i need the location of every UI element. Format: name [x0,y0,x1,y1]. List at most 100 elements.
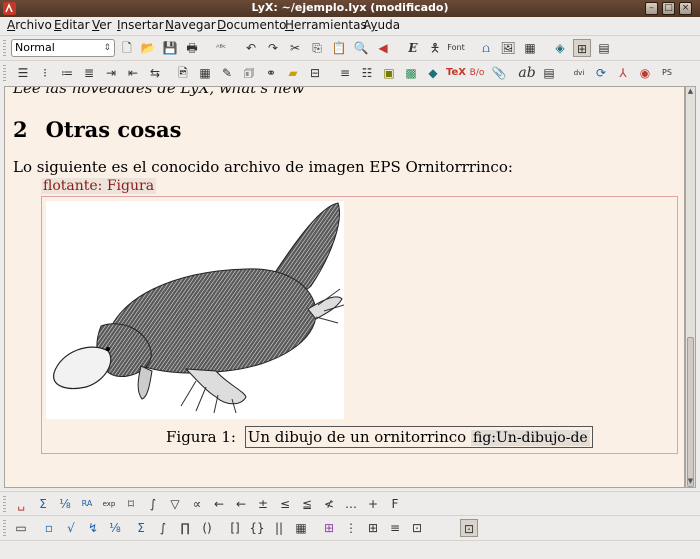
float-figure-box[interactable]: Figura 1: Un dibujo de un ornitorrinco f… [41,196,678,454]
font-icon[interactable]: Font [447,39,465,57]
math-panel-toggle-icon[interactable]: ⊡ [460,519,478,537]
tex-icon[interactable]: TeX [446,64,466,82]
math-font-icon[interactable]: F [386,495,404,513]
math-cases-icon[interactable]: ⋮ [342,519,360,537]
toc-icon[interactable]: ≡ [336,64,354,82]
bullet-list-icon[interactable]: ⁝ [36,64,54,82]
math-eqnarray-icon[interactable]: ⊡ [408,519,426,537]
ab-icon[interactable]: ab [518,64,536,82]
math-exp-icon[interactable]: exp [100,495,118,513]
branch-icon[interactable]: ▩ [402,64,420,82]
toggle-preview-icon[interactable]: ⊞ [573,39,591,57]
vertical-scrollbar[interactable]: ▲ ▼ [685,86,696,488]
find-replace-icon[interactable]: 🔍 [352,39,370,57]
menu-editar[interactable]: Editar [54,18,90,32]
paste-icon[interactable]: 📋 [330,39,348,57]
math-display-icon[interactable]: ▭ [12,519,30,537]
emphasis-icon[interactable]: E [404,39,422,57]
minimize-icon[interactable]: – [645,2,658,15]
math-pm-icon[interactable]: ± [254,495,272,513]
print-icon[interactable]: 🖶 [183,39,201,57]
format-icon[interactable]: ▤ [540,64,558,82]
paragraph-style-select[interactable]: Normal ⇕ [11,39,115,57]
undo-icon[interactable]: ↶ [242,39,260,57]
menu-navegar[interactable]: Navegar [165,18,216,32]
index-icon[interactable]: ⊟ [306,64,324,82]
indent-icon[interactable]: ⇆ [146,64,164,82]
view-pdf-icon[interactable]: ◉ [636,64,654,82]
math-arrow2-icon[interactable]: ← [232,495,250,513]
menu-ayuda[interactable]: Ayuda [363,18,400,32]
scrollbar-thumb[interactable] [687,337,694,487]
outline-icon[interactable]: ▤ [595,39,613,57]
math-style-icon[interactable]: RA [78,495,96,513]
insert-graphics-icon[interactable]: 🖻 [174,64,192,82]
attach-icon[interactable]: 📎 [490,64,508,82]
update-icon[interactable]: ⟳ [592,64,610,82]
new-icon[interactable]: 🗋 [118,39,136,57]
noun-icon[interactable]: 🯅 [426,39,444,57]
math-matrix-icon[interactable]: ⊞ [320,519,338,537]
spellcheck-icon[interactable]: ᴬᴮᶜ [212,39,230,57]
math-sum2-icon[interactable]: ∫ [154,519,172,537]
math-prod-icon[interactable]: () [198,519,216,537]
navigate-back-icon[interactable]: ◀ [374,39,392,57]
insert-table-icon[interactable]: ▦ [196,64,214,82]
cross-ref-icon[interactable]: ⚭ [262,64,280,82]
scroll-up-icon[interactable]: ▲ [686,87,695,97]
math-root-icon[interactable]: ⅛ [106,519,124,537]
math-arrow-icon[interactable]: ← [210,495,228,513]
figure-caption[interactable]: Figura 1: Un dibujo de un ornitorrinco f… [166,426,593,448]
menu-ver[interactable]: Ver [92,18,112,32]
toolbar-grip[interactable] [3,520,6,536]
math-frac-icon[interactable]: ⅛ [56,495,74,513]
pdf-icon[interactable]: ⅄ [614,64,632,82]
margin-note-icon[interactable]: 🗊 [240,64,258,82]
redo-icon[interactable]: ↷ [264,39,282,57]
cut-icon[interactable]: ✂ [286,39,304,57]
open-icon[interactable]: 📂 [139,39,157,57]
menu-insertar[interactable]: Insertar [117,18,164,32]
math-int2-icon[interactable]: ∏ [176,519,194,537]
toolbar-grip[interactable] [3,40,6,56]
math-leq-icon[interactable]: ≤ [276,495,294,513]
caption-label[interactable]: fig:Un-dibujo-de [470,430,590,446]
insert-note-icon[interactable]: ▣ [380,64,398,82]
caption-inset[interactable]: Un dibujo de un ornitorrinco fig:Un-dibu… [244,426,593,448]
float-figure-label[interactable]: flotante: Figura [41,178,157,194]
numbered-list-icon[interactable]: ☰ [14,64,32,82]
table-icon[interactable]: ▦ [521,39,539,57]
math-abs-icon[interactable]: ▦ [292,519,310,537]
indent-decrease-icon[interactable]: ⇤ [124,64,142,82]
list-icon[interactable]: ☷ [358,64,376,82]
toolbar-grip[interactable] [3,496,6,512]
ps-icon[interactable]: PS [658,64,676,82]
math-greek-icon[interactable]: ∝ [188,495,206,513]
platypus-figure[interactable] [46,201,344,419]
menu-documento[interactable]: Documento [217,18,287,32]
toolbar-grip[interactable] [3,65,6,81]
math-superscript-icon[interactable]: √ [62,519,80,537]
math-space-icon[interactable]: ␣ [12,495,30,513]
bibtex-icon[interactable]: B/o [468,64,486,82]
save-icon[interactable]: 💾 [161,39,179,57]
enumerate-icon[interactable]: ≣ [80,64,98,82]
label-icon[interactable]: ▰ [284,64,302,82]
copy-icon[interactable]: ⎘ [308,39,326,57]
math-align-icon[interactable]: ⊞ [364,519,382,537]
math-integral-icon[interactable]: ∫ [144,495,162,513]
dvi-icon[interactable]: dvi [570,64,588,82]
math-nabla-icon[interactable]: ▽ [166,495,184,513]
menu-herramientas[interactable]: Herramientas [285,18,367,32]
maximize-icon[interactable]: □ [662,2,675,15]
footnote-icon[interactable]: ✎ [218,64,236,82]
math-sum-icon[interactable]: Σ [34,495,52,513]
ert-icon[interactable]: ◆ [424,64,442,82]
math-plus-icon[interactable]: + [364,495,382,513]
close-icon[interactable]: × [679,2,692,15]
math-braces-icon[interactable]: || [270,519,288,537]
math-dots-icon[interactable]: … [342,495,360,513]
math-brackets-icon[interactable]: {} [248,519,266,537]
indent-increase-icon[interactable]: ⇥ [102,64,120,82]
math-icon[interactable]: ⩍ [477,39,495,57]
